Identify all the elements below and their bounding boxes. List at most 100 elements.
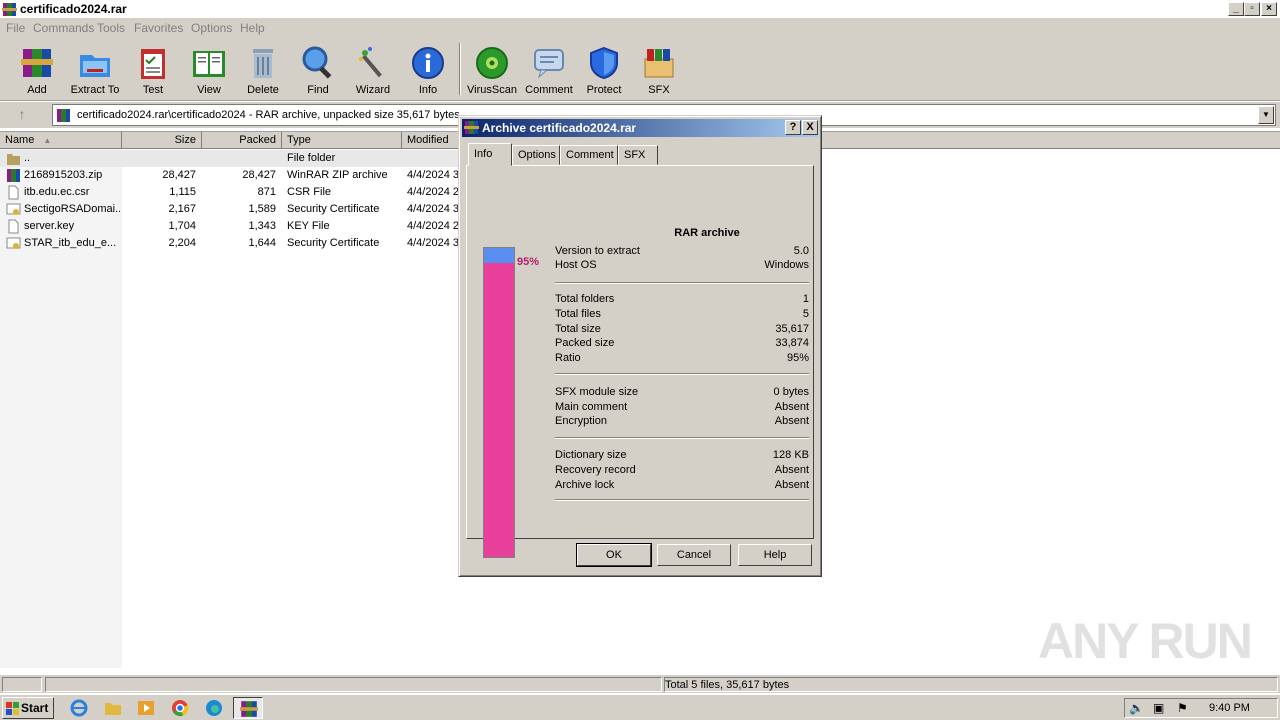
virusscan-button[interactable]: VirusScan xyxy=(463,41,521,99)
magic-wand-icon xyxy=(359,47,382,78)
test-clipboard-icon xyxy=(141,49,165,79)
add-button[interactable]: Add xyxy=(8,41,66,99)
path-dropdown-button[interactable]: ▼ xyxy=(1258,106,1274,124)
start-button[interactable]: Start xyxy=(2,697,54,719)
windows-logo-icon xyxy=(6,702,19,715)
ratio-percent-label: 95% xyxy=(517,256,540,268)
info-button[interactable]: Info xyxy=(399,41,457,99)
explorer-folder-icon[interactable] xyxy=(104,699,122,717)
ok-button[interactable]: OK xyxy=(576,543,652,567)
info-row: Ratio 95% xyxy=(555,352,809,364)
sort-asc-icon: ▲ xyxy=(43,136,52,145)
wizard-button[interactable]: Wizard xyxy=(344,41,402,99)
minimize-button[interactable]: _ xyxy=(1228,2,1244,16)
menu-file[interactable]: File xyxy=(6,21,25,35)
file-row[interactable]: STAR_itb_edu_e... 2,204 1,644 Security C… xyxy=(0,235,460,252)
volume-icon[interactable]: 🔈 xyxy=(1129,701,1144,715)
section-divider xyxy=(555,499,809,501)
dialog-close-button[interactable]: X xyxy=(802,120,818,135)
info-row: Main comment Absent xyxy=(555,401,809,413)
info-row: Archive lock Absent xyxy=(555,479,809,491)
column-packed[interactable]: Packed xyxy=(202,132,282,149)
folder-icon xyxy=(7,154,20,165)
file-icon xyxy=(8,185,19,200)
system-tray: 🔈 ▣ ⚑ 9:40 PM xyxy=(1124,698,1278,718)
delete-button[interactable]: Delete xyxy=(234,41,292,99)
column-type[interactable]: Type xyxy=(282,132,402,149)
file-row[interactable]: server.key 1,704 1,343 KEY File 4/4/2024… xyxy=(0,218,460,235)
menu-options[interactable]: Options xyxy=(191,21,232,35)
comment-icon xyxy=(534,49,564,79)
restore-button[interactable]: ▫ xyxy=(1244,2,1260,16)
status-drive-icon-pane xyxy=(2,677,42,692)
menu-commands[interactable]: Commands xyxy=(33,21,94,35)
menu-help[interactable]: Help xyxy=(240,21,265,35)
tab-options[interactable]: Options xyxy=(512,145,560,165)
find-button[interactable]: Find xyxy=(289,41,347,99)
info-row: Packed size 33,874 xyxy=(555,337,809,349)
network-icon[interactable]: ▣ xyxy=(1153,701,1164,715)
section-divider xyxy=(555,373,809,375)
column-name[interactable]: Name ▲ xyxy=(0,132,122,149)
menu-favorites[interactable]: Favorites xyxy=(134,21,183,35)
status-total: Total 5 files, 35,617 bytes xyxy=(664,677,1278,692)
certificate-icon xyxy=(6,237,21,249)
file-row[interactable]: itb.edu.ec.csr 1,115 871 CSR File 4/4/20… xyxy=(0,184,460,201)
extract-folder-icon xyxy=(80,55,110,77)
info-row: SFX module size 0 bytes xyxy=(555,386,809,398)
column-size[interactable]: Size xyxy=(122,132,202,149)
clock[interactable]: 9:40 PM xyxy=(1209,702,1250,714)
sfx-box-icon xyxy=(644,49,674,78)
ie-icon[interactable] xyxy=(70,699,88,717)
shield-icon xyxy=(590,46,618,80)
info-row: Recovery record Absent xyxy=(555,464,809,476)
help-button[interactable]: Help xyxy=(738,544,812,566)
sfx-button[interactable]: SFX xyxy=(630,41,688,99)
archive-info-dialog: Archive certificado2024.rar ? X Info Opt… xyxy=(458,115,822,577)
test-button[interactable]: Test xyxy=(124,41,182,99)
edge-icon[interactable] xyxy=(205,699,223,717)
tab-sfx[interactable]: SFX xyxy=(618,145,658,165)
menu-bar: File Commands Tools Favorites Options He… xyxy=(0,19,1280,37)
taskbar-winrar-button[interactable] xyxy=(233,697,263,719)
ratio-bar-remaining xyxy=(484,248,514,263)
watermark-logo: ANY RUN xyxy=(1038,613,1253,669)
toolbar: Add Extract To Test View Delete Find Wiz… xyxy=(0,37,1280,101)
info-row: Total folders 1 xyxy=(555,293,809,305)
file-row[interactable]: SectigoRSADomai... 2,167 1,589 Security … xyxy=(0,201,460,218)
status-bar: Total 5 files, 35,617 bytes xyxy=(0,674,1280,693)
info-icon xyxy=(412,47,444,79)
dialog-titlebar: Archive certificado2024.rar ? X xyxy=(462,119,818,137)
toolbar-separator xyxy=(459,43,461,95)
info-row: Version to extract 5.0 xyxy=(555,245,809,257)
winrar-icon xyxy=(240,701,258,717)
section-divider xyxy=(555,437,809,439)
comment-button[interactable]: Comment xyxy=(520,41,578,99)
info-row: Total size 35,617 xyxy=(555,323,809,335)
file-icon xyxy=(8,219,19,234)
dialog-title: Archive certificado2024.rar xyxy=(482,121,637,135)
info-row: Encryption Absent xyxy=(555,415,809,427)
file-row[interactable]: 2168915203.zip 28,427 28,427 WinRAR ZIP … xyxy=(0,167,460,184)
tab-info[interactable]: Info xyxy=(468,143,512,166)
trash-icon xyxy=(253,49,273,78)
path-text: certificado2024.rar\certificado2024 - RA… xyxy=(77,109,460,121)
chrome-icon[interactable] xyxy=(171,699,189,717)
menu-tools[interactable]: Tools xyxy=(97,21,125,35)
extract-to-button[interactable]: Extract To xyxy=(66,41,124,99)
taskbar: Start 🔈 ▣ ⚑ 9:40 PM xyxy=(0,694,1280,720)
media-player-icon[interactable] xyxy=(137,699,155,717)
protect-button[interactable]: Protect xyxy=(575,41,633,99)
status-selection-pane xyxy=(45,677,662,692)
view-book-icon xyxy=(193,51,225,77)
cancel-button[interactable]: Cancel xyxy=(657,544,731,566)
file-row[interactable]: .. File folder xyxy=(0,150,460,167)
flag-icon[interactable]: ⚑ xyxy=(1177,701,1188,715)
zip-archive-icon xyxy=(7,169,20,182)
tab-comment[interactable]: Comment xyxy=(560,145,618,165)
up-folder-button[interactable]: ↑ xyxy=(12,106,32,124)
info-tab-panel: 95% RAR archive Version to extract 5.0 Ho… xyxy=(466,165,814,558)
close-window-button[interactable]: × xyxy=(1261,2,1277,16)
view-button[interactable]: View xyxy=(180,41,238,99)
dialog-help-button[interactable]: ? xyxy=(785,120,801,135)
